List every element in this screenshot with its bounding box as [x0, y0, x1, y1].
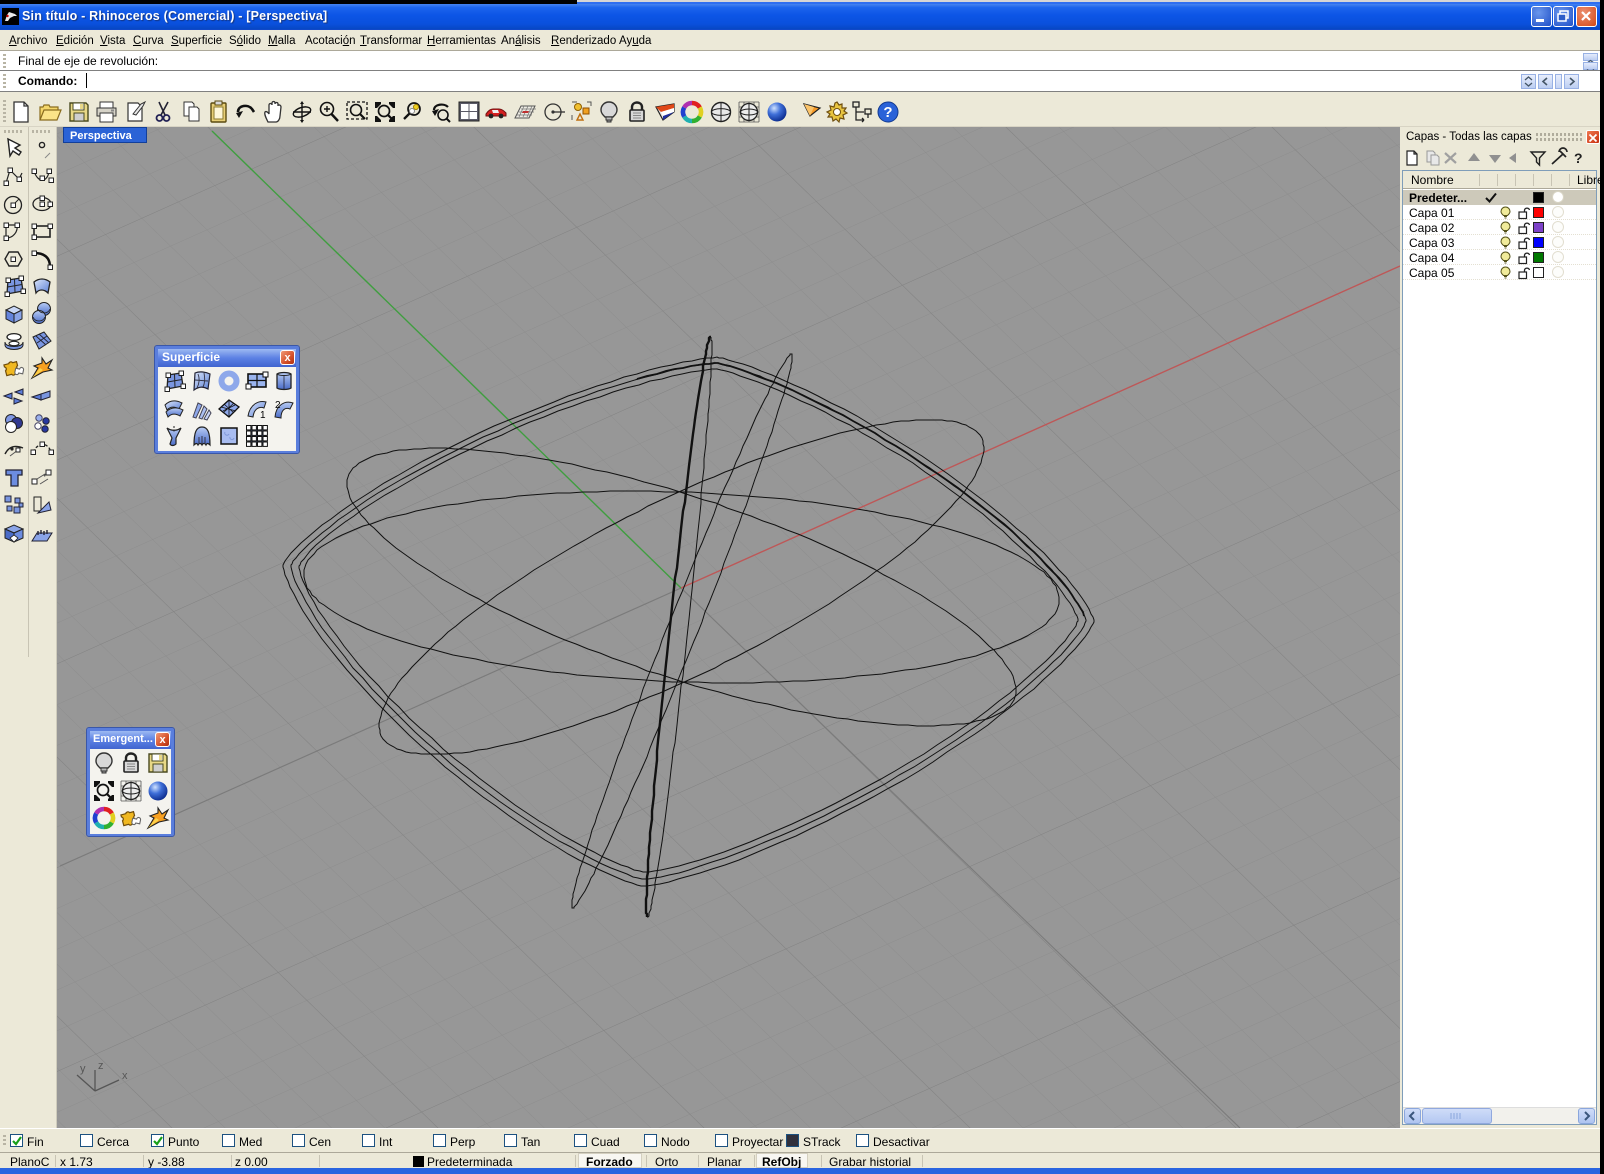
svg-text:?: ? [1574, 150, 1583, 166]
svg-text:x: x [122, 1070, 128, 1082]
svg-text:z: z [98, 1060, 104, 1072]
svg-text:y: y [80, 1063, 86, 1075]
